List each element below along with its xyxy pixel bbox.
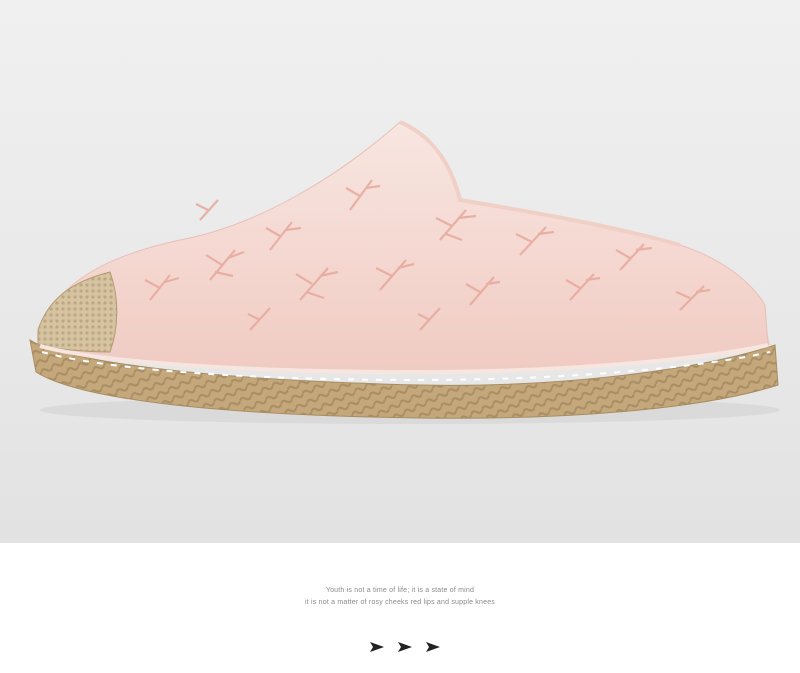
espadrille-shoe-illustration [29,120,780,424]
triangle-right-icon [426,642,440,652]
triangle-right-icon [370,642,384,652]
triangle-right-icon [398,642,412,652]
arrow-decoration [370,641,440,653]
slogan-line-2: it is not a matter of rosy cheeks red li… [304,599,495,606]
slogan-line-1: Youth is not a time of life; it is a sta… [325,587,475,594]
product-photo [0,0,800,543]
slogan-caption: Youth is not a time of life; it is a sta… [0,585,800,609]
